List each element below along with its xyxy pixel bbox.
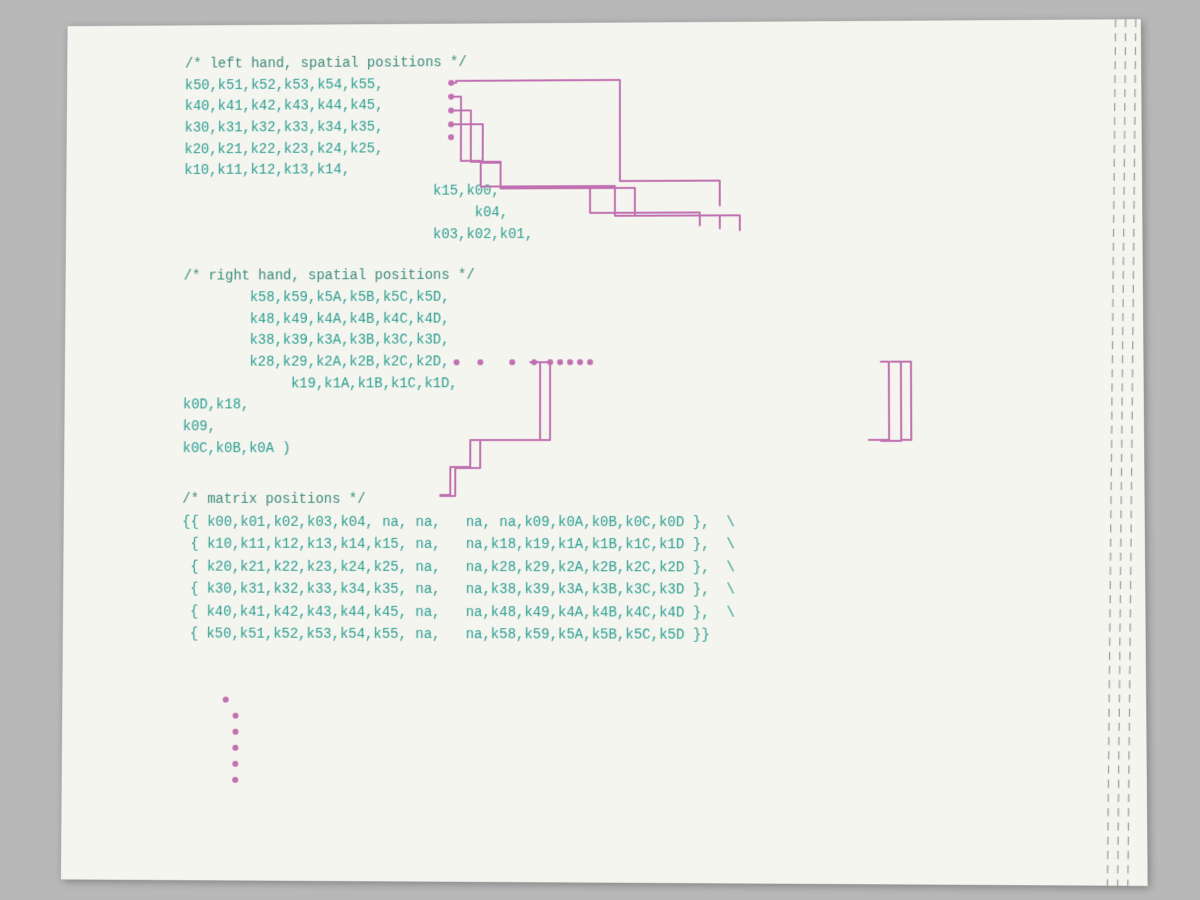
matrix-row-0: {{ k00,k01,k02,k03,k04, na, na, na, na,k… (182, 512, 1063, 535)
left-hand-section: /* left hand, spatial positions */ k50,k… (184, 50, 1062, 248)
right-hand-row-1: k48,k49,k4A,k4B,k4C,k4D, (183, 308, 1062, 332)
right-hand-cont-2: k0C,k0B,k0A ) (183, 438, 1064, 460)
main-content: /* left hand, spatial positions */ k50,k… (181, 40, 1064, 649)
matrix-row-2: { k20,k21,k22,k23,k24,k25, na, na,k28,k2… (182, 556, 1064, 580)
matrix-row-3: { k30,k31,k32,k33,k34,k35, na, na,k38,k3… (182, 579, 1064, 603)
matrix-section: /* matrix positions */ {{ k00,k01,k02,k0… (181, 490, 1064, 648)
left-hand-cont-2: k03,k02,k01, (184, 223, 1062, 248)
right-hand-row-3: k28,k29,k2A,k2B,k2C,k2D, (183, 351, 1062, 374)
right-hand-cont-1: k09, (183, 417, 1063, 439)
right-hand-comment: /* right hand, spatial positions */ (184, 264, 1062, 288)
right-hand-cont-0: k0D,k18, (183, 395, 1063, 417)
right-hand-section: /* right hand, spatial positions */ k58,… (183, 264, 1064, 460)
matrix-row-4: { k40,k41,k42,k43,k44,k45, na, na,k48,k4… (182, 601, 1065, 625)
margin-lines (1060, 19, 1148, 886)
matrix-comment: /* matrix positions */ (182, 490, 1063, 512)
right-hand-row-2: k38,k39,k3A,k3B,k3C,k3D, (183, 330, 1062, 353)
right-hand-row-4: k19,k1A,k1B,k1C,k1D, (183, 373, 1063, 396)
right-hand-row-0: k58,k59,k5A,k5B,k5C,k5D, (183, 286, 1062, 310)
matrix-row-1: { k10,k11,k12,k13,k14,k15, na, na,k18,k1… (182, 534, 1064, 557)
left-hand-cont-1: k04, (184, 201, 1062, 226)
page: /* left hand, spatial positions */ k50,k… (61, 19, 1148, 886)
matrix-row-5: { k50,k51,k52,k53,k54,k55, na, na,k58,k5… (181, 623, 1064, 648)
